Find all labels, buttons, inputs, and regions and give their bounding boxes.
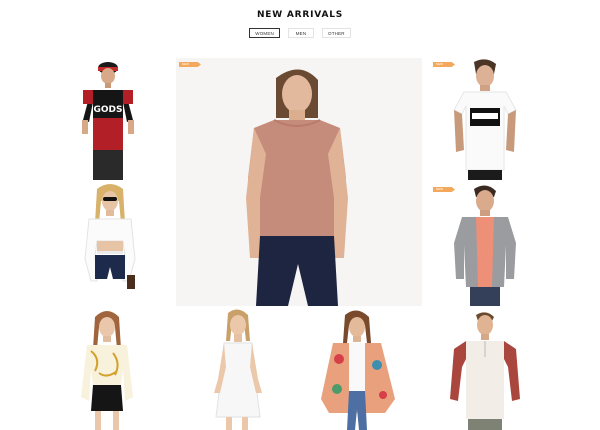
product-image — [176, 58, 422, 306]
filter-women-button[interactable]: WOMEN — [249, 28, 280, 38]
product-card-gold-print-top[interactable] — [77, 309, 145, 430]
category-filter-bar: WOMEN MEN OTHER — [0, 28, 600, 38]
product-card-white-crop-top[interactable] — [77, 183, 145, 306]
product-card-rose-knit-top[interactable]: new — [176, 58, 422, 306]
product-card-advisory-tee[interactable]: new — [430, 58, 536, 180]
product-image — [176, 309, 296, 430]
product-image — [77, 309, 145, 430]
product-image — [77, 183, 145, 306]
product-card-white-slip-dress[interactable] — [176, 309, 296, 430]
new-badge: new — [433, 187, 455, 192]
svg-text:GODS: GODS — [94, 105, 123, 115]
product-card-black-red-tee[interactable]: GODS — [77, 58, 145, 180]
new-badge: new — [433, 62, 455, 67]
new-badge: new — [179, 62, 201, 67]
product-card-floral-kimono[interactable] — [303, 309, 423, 430]
product-image — [430, 309, 536, 430]
product-image: GODS — [77, 58, 145, 180]
filter-other-button[interactable]: OTHER — [322, 28, 351, 38]
product-image — [430, 58, 536, 180]
product-card-raglan-henley[interactable] — [430, 309, 536, 430]
product-image — [303, 309, 423, 430]
product-image — [430, 183, 536, 306]
section-title: NEW ARRIVALS — [0, 10, 600, 20]
filter-men-button[interactable]: MEN — [288, 28, 314, 38]
product-card-grey-cardigan[interactable]: new — [430, 183, 536, 306]
